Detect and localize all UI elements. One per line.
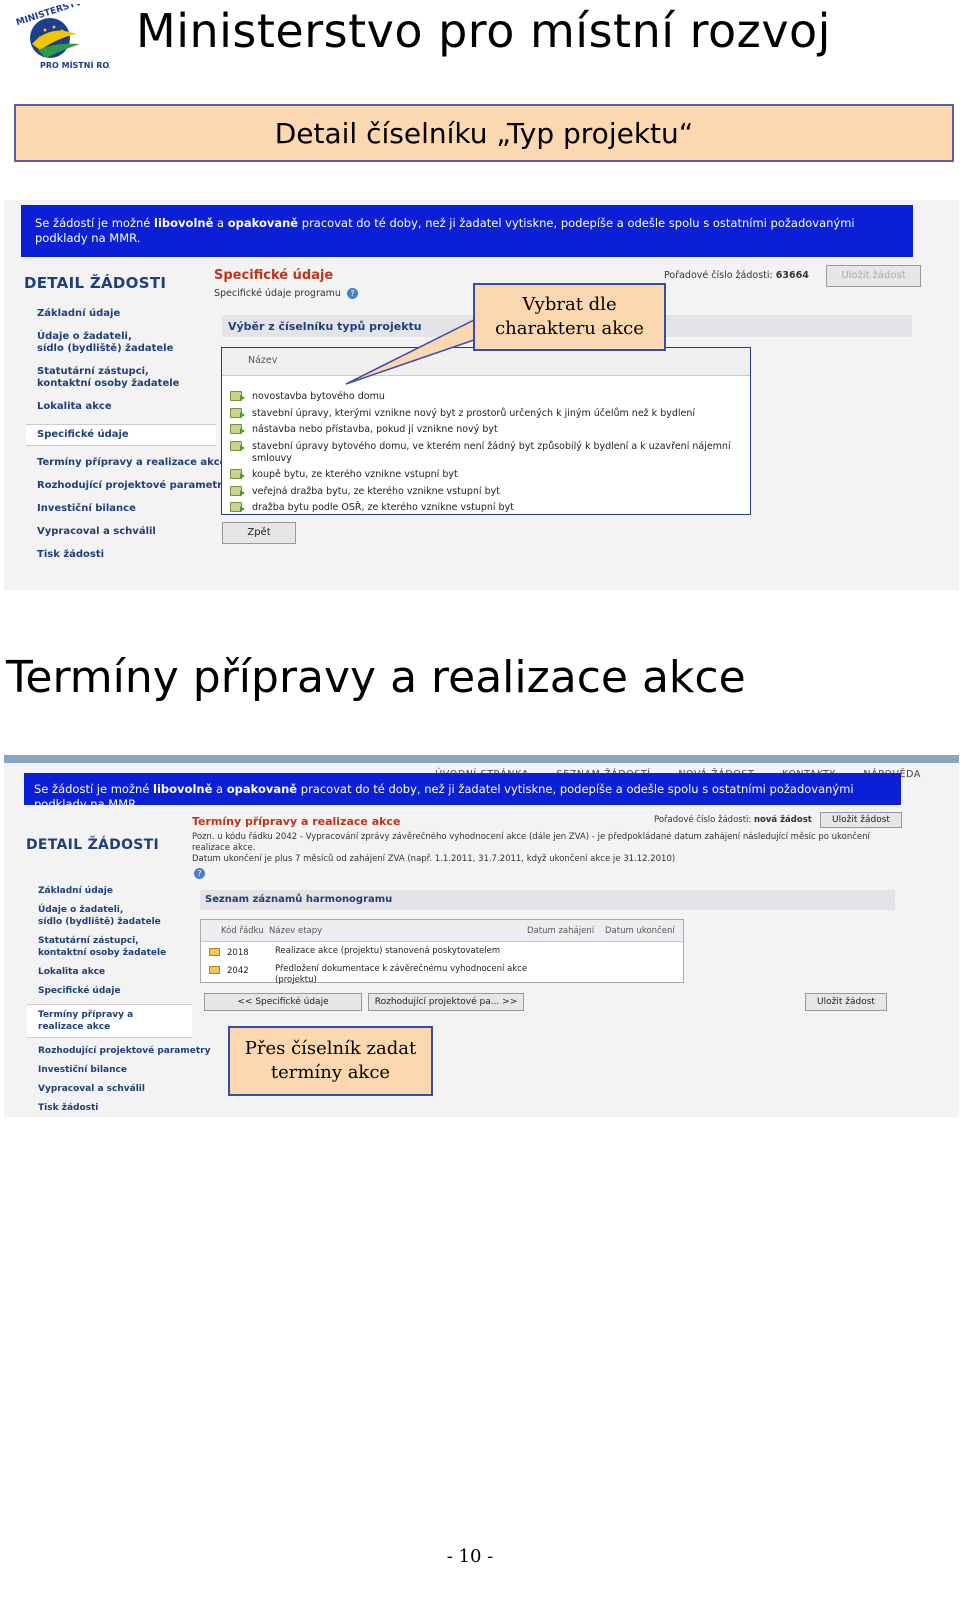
sidebar-item-specific[interactable]: Specifické údaje [26, 424, 216, 446]
select-arrow-icon [230, 469, 245, 479]
sidebar-item-prepared[interactable]: Vypracoval a schválil [38, 1083, 210, 1095]
sidebar-item-print[interactable]: Tisk žádosti [37, 549, 229, 561]
sidebar-item-parameters[interactable]: Rozhodující projektové parametry [37, 480, 229, 492]
save-button-bottom[interactable]: Uložit žádost [805, 993, 887, 1011]
list-item[interactable]: dražba bytu podle OSŘ, ze kterého vznikn… [222, 502, 750, 514]
section-title-box: Detail číselníku „Typ projektu“ [14, 104, 954, 162]
schedule-table: Kód řádku Název etapy Datum zahájení Dat… [200, 919, 684, 986]
schedule-heading: Termíny přípravy a realizace akce [6, 652, 746, 703]
select-arrow-icon [230, 391, 245, 401]
save-button[interactable]: Uložit žádost [826, 265, 921, 287]
sidebar-item-prepared[interactable]: Vypracoval a schválil [37, 526, 229, 538]
sidebar-item-investment[interactable]: Investiční bilance [38, 1064, 210, 1076]
page-number: - 10 - [446, 1546, 494, 1567]
ministry-logo: MINISTERSTVO PRO MÍSTNÍ ROZVOJ [10, 0, 131, 70]
screenshot-schedule: ÚVODNÍ STRÁNKA SEZNAM ŽÁDOSTÍ NOVÁ ŽÁDOS… [4, 755, 959, 1117]
select-arrow-icon [230, 440, 245, 451]
info-banner: Se žádostí je možné libovolně a opakovan… [24, 773, 901, 811]
side-nav: Základní údaje Údaje o žadateli, sídlo (… [27, 885, 210, 1117]
schedule-strip-title: Seznam záznamů harmonogramu [200, 890, 895, 910]
sidebar-item-location[interactable]: Lokalita akce [37, 401, 229, 413]
sidebar-item-print[interactable]: Tisk žádosti [38, 1102, 210, 1114]
section-heading: Specifické údaje [214, 268, 334, 283]
sidebar-item-basic[interactable]: Základní údaje [37, 308, 229, 320]
sidebar-item-representatives[interactable]: Statutární zástupci, kontaktní osoby žad… [38, 935, 210, 959]
table-row[interactable]: 2018 Realizace akce (projektu) stanovená… [201, 946, 683, 964]
svg-text:PRO MÍSTNÍ ROZVOJ: PRO MÍSTNÍ ROZVOJ [40, 59, 110, 70]
next-step-button[interactable]: Rozhodující projektové pa... >> [368, 993, 524, 1011]
codelist-panel: Název novostavba bytového domu stavební … [221, 347, 751, 515]
sidebar-item-schedule[interactable]: Termíny přípravy a realizace akce [37, 457, 229, 469]
folder-icon [209, 966, 220, 974]
select-arrow-icon [230, 485, 245, 496]
save-button[interactable]: Uložit žádost [820, 812, 902, 828]
detail-heading: DETAIL ŽÁDOSTI [24, 274, 167, 292]
select-arrow-icon [230, 407, 245, 418]
back-button[interactable]: Zpět [222, 522, 296, 544]
sidebar-item-investment[interactable]: Investiční bilance [37, 503, 229, 515]
sidebar-item-representatives[interactable]: Statutární zástupci, kontaktní osoby žad… [37, 366, 229, 390]
folder-icon [209, 948, 220, 956]
table-header: Kód řádku Název etapy Datum zahájení Dat… [201, 920, 683, 942]
sidebar-item-schedule[interactable]: Termíny přípravy a realizace akce [27, 1004, 192, 1038]
list-item[interactable]: nástavba nebo přístavba, pokud jí vznikn… [222, 424, 750, 436]
list-item[interactable]: novostavba bytového domu [222, 391, 750, 403]
help-icon[interactable]: ? [346, 288, 358, 299]
info-banner: Se žádostí je možné libovolně a opakovan… [21, 205, 913, 257]
list-item[interactable]: stavební úpravy bytového domu, ve kterém… [222, 440, 750, 465]
sidebar-item-parameters[interactable]: Rozhodující projektové parametry [38, 1045, 210, 1057]
list-item[interactable]: stavební úpravy, kterými vznikne nový by… [222, 407, 750, 420]
list-item[interactable]: koupě bytu, ze kterého vznikne vstupní b… [222, 469, 750, 481]
sidebar-item-applicant[interactable]: Údaje o žadateli, sídlo (bydliště) žadat… [37, 331, 229, 355]
list-item[interactable]: veřejná dražba bytu, ze kterého vznikne … [222, 485, 750, 498]
select-arrow-icon [230, 502, 245, 512]
screenshot-codelist-detail: Se žádostí je možné libovolně a opakovan… [4, 200, 959, 590]
side-nav: Základní údaje Údaje o žadateli, sídlo (… [26, 308, 229, 572]
section-heading: Termíny přípravy a realizace akce [192, 815, 401, 828]
sidebar-item-applicant[interactable]: Údaje o žadateli, sídlo (bydliště) žadat… [38, 904, 210, 928]
callout-select-type: Vybrat dle charakteru akce [473, 283, 666, 351]
codelist-header: Název [222, 348, 750, 376]
sidebar-item-location[interactable]: Lokalita akce [38, 966, 210, 978]
portal-header-strip [4, 755, 959, 763]
section-title: Detail číselníku „Typ projektu“ [274, 116, 694, 150]
prev-step-button[interactable]: << Specifické údaje [204, 993, 362, 1011]
table-row[interactable]: 2042 Předložení dokumentace k závěrečném… [201, 964, 683, 986]
callout-enter-dates: Přes číselník zadat termíny akce [228, 1026, 433, 1096]
order-number: Pořadové číslo žádosti: 63664 [664, 270, 809, 281]
detail-heading: DETAIL ŽÁDOSTI [26, 837, 160, 853]
select-arrow-icon [230, 424, 245, 434]
sidebar-item-specific[interactable]: Specifické údaje [38, 985, 210, 997]
sidebar-item-basic[interactable]: Základní údaje [38, 885, 210, 897]
page-title: Ministerstvo pro místní rozvoj [136, 4, 831, 58]
order-number: Pořadové číslo žádosti: nová žádost [654, 815, 812, 825]
schedule-note: Pozn. u kódu řádku 2042 - Vypracování zp… [192, 832, 870, 864]
help-icon[interactable]: ? [194, 868, 205, 879]
section-subtitle: Specifické údaje programu? [214, 288, 358, 299]
